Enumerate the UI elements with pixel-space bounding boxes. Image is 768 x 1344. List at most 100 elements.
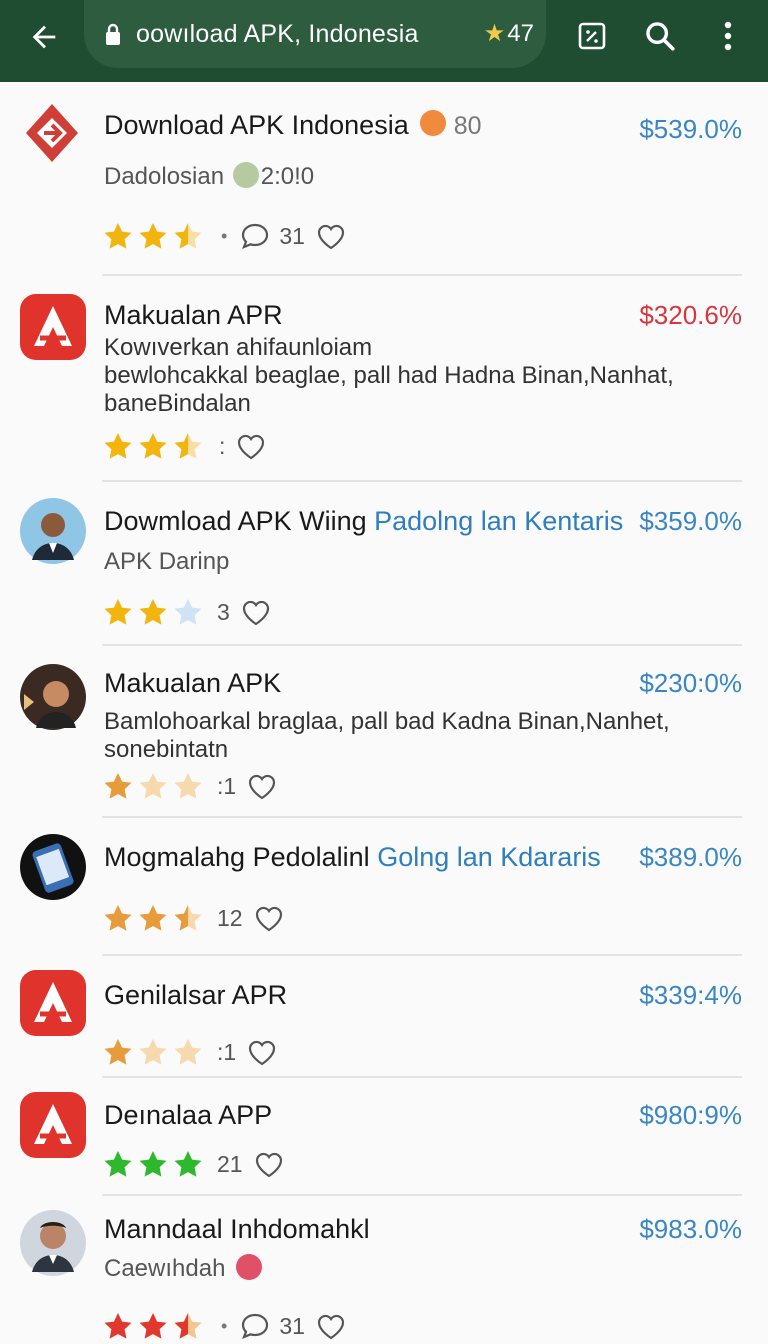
app-title: Dowmload APK Wiing Padolng lan Kentaris: [104, 506, 624, 536]
app-price: $980:9%: [639, 1100, 742, 1130]
comment-bubble-icon[interactable]: [239, 221, 271, 251]
heart-icon[interactable]: [253, 1149, 285, 1179]
app-price: $339:4%: [639, 980, 742, 1010]
star-icon: [174, 1151, 202, 1177]
app-title: Deınalaa APP: [104, 1100, 273, 1130]
search-button[interactable]: [640, 16, 680, 56]
star-icon: [104, 1313, 132, 1339]
app-title: Manndaal Inhdomahkl: [104, 1214, 370, 1244]
heart-icon[interactable]: [246, 1037, 278, 1067]
rating-count: :1: [217, 1038, 237, 1065]
app-description-line: sonebintatn: [104, 736, 229, 763]
separator-dot: •: [221, 225, 228, 246]
rating-count: :1: [217, 772, 237, 799]
list-item[interactable]: Genilalsar APR $339:4% :1: [0, 956, 768, 1078]
app-price: $230:0%: [639, 668, 742, 698]
star-half-icon: [174, 223, 202, 249]
star-rating: [102, 1149, 207, 1179]
app-description: Caewıhdah: [104, 1254, 263, 1283]
rating-badge: ★ 47: [484, 19, 534, 48]
app-meta-row: 3: [102, 596, 272, 628]
rating-count: 12: [217, 904, 243, 931]
star-icon: [104, 223, 132, 249]
address-bar[interactable]: oowıload APK, Indonesia ★ 47: [84, 0, 546, 68]
app-meta-row: :: [102, 430, 267, 462]
app-description-line: bewlohcakkal beaglae, pall had Hadna Bin…: [104, 362, 674, 389]
rating-badge-value: 47: [507, 19, 534, 47]
app-logo-phone-icon: [20, 834, 86, 900]
app-price: $320.6%: [639, 300, 742, 330]
back-button[interactable]: [22, 17, 66, 57]
developer-link[interactable]: Padolng lan Kentaris: [374, 506, 623, 536]
url-text: oowıload APK, Indonesia: [136, 19, 419, 48]
heart-icon[interactable]: [315, 1311, 347, 1341]
app-meta-row: 12: [102, 902, 285, 934]
edit-button[interactable]: [572, 16, 612, 56]
star-rating: [102, 221, 207, 251]
app-description: APK Darinp: [104, 548, 230, 575]
edit-square-icon: [578, 22, 606, 50]
emoji-face-icon: [420, 110, 447, 136]
comment-count: 31: [279, 222, 305, 249]
star-icon: [104, 1039, 132, 1065]
star-icon: [104, 433, 132, 459]
app-meta-row: • 31: [102, 220, 347, 252]
list-item[interactable]: Dowmload APK Wiing Padolng lan Kentaris …: [0, 482, 768, 646]
star-rating: [102, 1311, 207, 1341]
list-item[interactable]: Makualan APR $320.6% Kowıverkan ahifaunl…: [0, 276, 768, 482]
comment-count: 31: [279, 1312, 305, 1339]
heart-icon[interactable]: [253, 903, 285, 933]
star-icon: [139, 599, 167, 625]
app-description-line: Kowıverkan ahifaunloiam: [104, 334, 373, 361]
rating-count: 21: [217, 1150, 243, 1177]
emoji-face-icon: [232, 162, 259, 188]
star-rating: [102, 771, 207, 801]
star-half-icon: [174, 433, 202, 459]
app-meta-row: 21: [102, 1148, 285, 1180]
comment-bubble-icon[interactable]: [239, 1311, 271, 1341]
app-title: Makualan APR: [104, 300, 283, 330]
star-icon: [139, 223, 167, 249]
heart-icon[interactable]: [240, 597, 272, 627]
app-title: Makualan APK: [104, 668, 282, 698]
star-icon: [139, 1151, 167, 1177]
list-item[interactable]: Download APK Indonesia 80 $539.0% Dadolo…: [0, 82, 768, 276]
star-empty-icon: [174, 599, 202, 625]
star-empty-icon: [174, 1039, 202, 1065]
more-vert-icon: [724, 21, 732, 51]
app-meta-row: :1: [102, 1036, 278, 1068]
star-rating: [102, 597, 207, 627]
app-title: Mogmalahg Pedolalinl Golng lan Kdararis: [104, 842, 601, 872]
star-rating: [102, 903, 207, 933]
separator-dot: •: [221, 1315, 228, 1336]
list-item[interactable]: Deınalaa APP $980:9% 21: [0, 1078, 768, 1196]
star-empty-icon: [174, 773, 202, 799]
app-meta-row: • 31: [102, 1310, 347, 1342]
heart-icon[interactable]: [235, 431, 267, 461]
title-badge-count: 80: [453, 112, 482, 140]
star-icon: [139, 905, 167, 931]
star-icon: ★: [483, 20, 506, 47]
list-item[interactable]: Makualan APK $230:0% Bamlohoarkal bragla…: [0, 646, 768, 818]
app-title: Download APK Indonesia 80: [104, 110, 482, 140]
avatar: [20, 498, 86, 564]
star-half-icon: [174, 905, 202, 931]
emoji-face-icon: [236, 1254, 263, 1280]
star-empty-icon: [139, 1039, 167, 1065]
more-options-button[interactable]: [708, 16, 748, 56]
star-icon: [139, 433, 167, 459]
heart-icon[interactable]: [315, 221, 347, 251]
app-title: Genilalsar APR: [104, 980, 288, 1010]
list-item[interactable]: Mogmalahg Pedolalinl Golng lan Kdararis …: [0, 818, 768, 956]
arrow-left-icon: [32, 25, 56, 49]
developer-link[interactable]: Golng lan Kdararis: [377, 842, 601, 872]
rating-count: 3: [217, 598, 230, 625]
star-icon: [104, 905, 132, 931]
star-icon: [139, 1313, 167, 1339]
heart-icon[interactable]: [246, 771, 278, 801]
rating-count: :: [219, 432, 226, 459]
avatar: [20, 664, 86, 730]
app-meta-row: :1: [102, 770, 278, 802]
app-price: $389.0%: [639, 842, 742, 872]
star-rating: [102, 1037, 207, 1067]
